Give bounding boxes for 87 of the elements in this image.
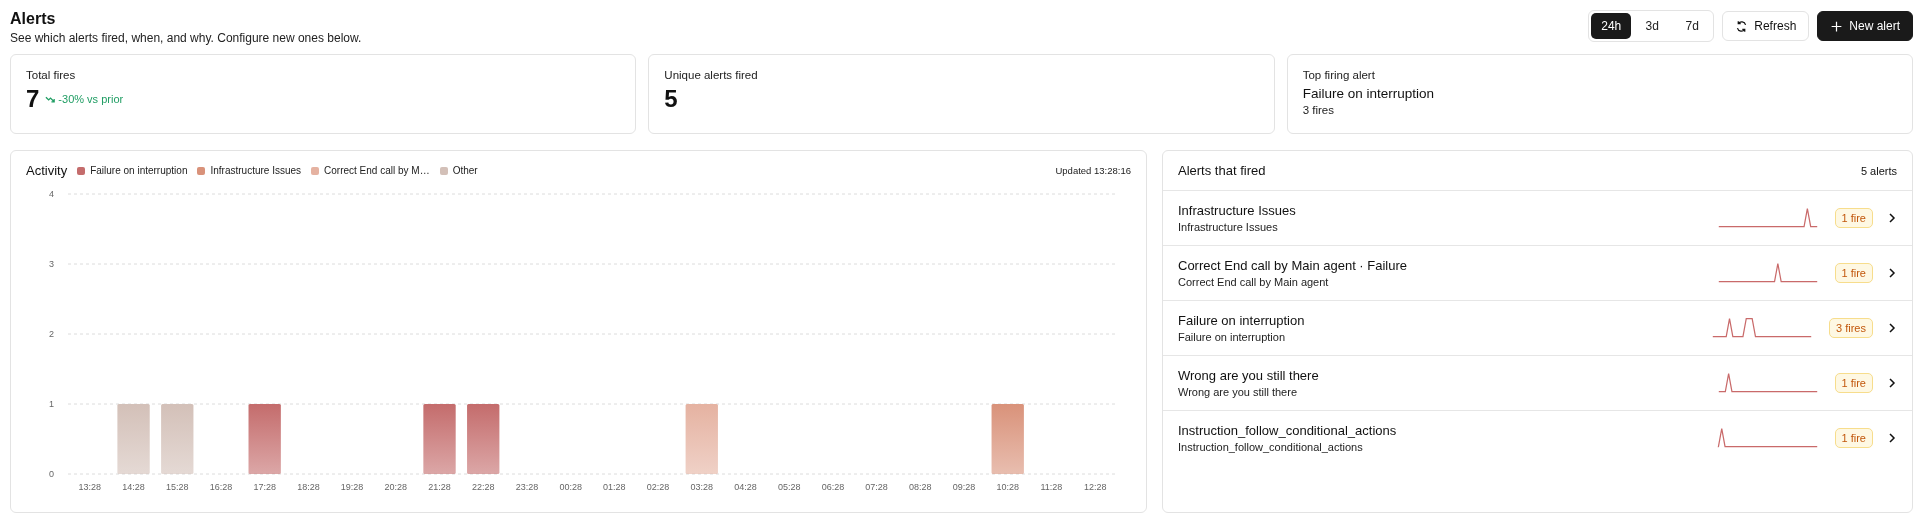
alert-detail: Wrong are you still there bbox=[1178, 386, 1299, 398]
fire-count: 1 fire bbox=[1834, 263, 1873, 283]
stat-title: Failure on interruption bbox=[1302, 86, 1435, 101]
fire-count: 1 fire bbox=[1834, 208, 1873, 228]
alert-row[interactable]: Infrastructure Issues Infrastructure Issues 1 fire bbox=[1163, 191, 1912, 246]
fire-count: 1 fire bbox=[1834, 373, 1873, 393]
alert-name: Failure on interruption bbox=[1178, 313, 1306, 328]
panel-title: Alerts that fired bbox=[1178, 163, 1266, 178]
legend-label: Infrastructure Issues bbox=[210, 165, 302, 176]
x-tick-label: 00:28 bbox=[559, 482, 582, 492]
bar bbox=[161, 404, 194, 474]
alert-row[interactable]: Wrong are you still there Wrong are you still there 1 fire bbox=[1163, 356, 1912, 411]
time-range-tab[interactable]: 24h bbox=[1591, 13, 1632, 39]
x-tick-label: 13:28 bbox=[78, 482, 102, 492]
alert-row[interactable]: Instruction_follow_conditional_actions Instruction_follow_conditional_actions 1 fire bbox=[1163, 411, 1912, 465]
x-tick-label: 15:28 bbox=[166, 482, 189, 492]
alert-detail: Infrastructure Issues bbox=[1178, 221, 1279, 233]
stat-detail: 3 fires bbox=[1302, 104, 1335, 116]
x-tick-label: 12:28 bbox=[1083, 482, 1107, 492]
x-tick-label: 21:28 bbox=[428, 482, 451, 492]
bar bbox=[423, 404, 456, 474]
refresh-icon bbox=[1735, 19, 1749, 33]
stat-value: 5 bbox=[664, 85, 678, 113]
time-range-tab[interactable]: 7d bbox=[1673, 13, 1712, 39]
bar bbox=[248, 404, 281, 474]
trend-down-icon bbox=[45, 94, 57, 104]
x-tick-label: 03:28 bbox=[690, 482, 714, 492]
chart-title: Activity bbox=[26, 163, 68, 178]
alert-count: 5 alerts bbox=[1860, 164, 1897, 177]
chevron-right-icon bbox=[1887, 323, 1897, 333]
x-tick-label: 10:28 bbox=[996, 482, 1019, 492]
legend-label: Other bbox=[452, 165, 478, 176]
x-tick-label: 07:28 bbox=[865, 482, 888, 492]
alert-name: Infrastructure Issues bbox=[1178, 203, 1297, 218]
x-tick-label: 22:28 bbox=[471, 482, 495, 492]
alert-detail: Correct End call by Main agent bbox=[1178, 276, 1330, 288]
x-tick-label: 11:28 bbox=[1040, 482, 1063, 492]
chevron-right-icon bbox=[1887, 268, 1897, 278]
x-tick-label: 18:28 bbox=[297, 482, 320, 492]
x-tick-label: 17:28 bbox=[253, 482, 276, 492]
x-tick-label: 14:28 bbox=[122, 482, 145, 492]
y-tick-label: 3 bbox=[49, 259, 54, 269]
x-tick-label: 06:28 bbox=[821, 482, 845, 492]
stat-label: Total fires bbox=[26, 69, 77, 81]
x-tick-label: 08:28 bbox=[909, 482, 932, 492]
x-tick-label: 04:28 bbox=[734, 482, 757, 492]
refresh-button[interactable]: Refresh bbox=[1722, 11, 1810, 41]
x-tick-label: 05:28 bbox=[777, 482, 801, 492]
alert-name: Wrong are you still there bbox=[1178, 368, 1320, 383]
legend-label: Correct End call by M… bbox=[324, 165, 430, 176]
bar bbox=[685, 404, 718, 474]
trend-text: -30% vs prior bbox=[58, 93, 124, 105]
alert-row[interactable]: Failure on interruption Failure on interruption 3 fires bbox=[1163, 301, 1912, 356]
legend-label: Failure on interruption bbox=[90, 165, 188, 176]
chevron-right-icon bbox=[1887, 433, 1897, 443]
bar bbox=[117, 404, 150, 474]
alert-detail: Failure on interruption bbox=[1178, 331, 1286, 343]
x-tick-label: 02:28 bbox=[646, 482, 670, 492]
bar bbox=[991, 404, 1024, 474]
stat-label: Unique alerts fired bbox=[664, 69, 759, 81]
y-tick-label: 4 bbox=[49, 189, 54, 199]
stat-value: 7 bbox=[26, 85, 40, 113]
alert-detail: Instruction_follow_conditional_actions bbox=[1178, 441, 1364, 453]
x-tick-label: 01:28 bbox=[603, 482, 626, 492]
updated-time: Updated 13:28:16 bbox=[1055, 165, 1131, 176]
bar bbox=[467, 404, 500, 474]
new-alert-button[interactable]: New alert bbox=[1817, 11, 1913, 41]
fire-count: 1 fire bbox=[1834, 428, 1873, 448]
alert-name: Correct End call by Main agent · Failure bbox=[1178, 258, 1409, 273]
y-tick-label: 2 bbox=[49, 329, 54, 339]
x-tick-label: 20:28 bbox=[384, 482, 408, 492]
chevron-right-icon bbox=[1887, 213, 1897, 223]
x-tick-label: 16:28 bbox=[209, 482, 233, 492]
x-tick-label: 09:28 bbox=[952, 482, 976, 492]
chevron-right-icon bbox=[1887, 378, 1897, 388]
stat-label: Top firing alert bbox=[1302, 69, 1376, 81]
fire-count: 3 fires bbox=[1829, 318, 1873, 338]
time-range-tab[interactable]: 3d bbox=[1633, 13, 1672, 39]
page-subtitle: See which alerts fired, when, and why. Configure new ones below. bbox=[10, 31, 362, 45]
x-tick-label: 23:28 bbox=[515, 482, 539, 492]
alert-name: Instruction_follow_conditional_actions bbox=[1178, 423, 1398, 438]
page-title: Alerts bbox=[10, 10, 57, 28]
alert-row[interactable]: Correct End call by Main agent · Failure Correct End call by Main agent 1 fire bbox=[1163, 246, 1912, 301]
y-tick-label: 0 bbox=[49, 469, 54, 479]
x-tick-label: 19:28 bbox=[340, 482, 364, 492]
y-tick-label: 1 bbox=[49, 399, 54, 409]
plus-icon bbox=[1830, 19, 1844, 33]
